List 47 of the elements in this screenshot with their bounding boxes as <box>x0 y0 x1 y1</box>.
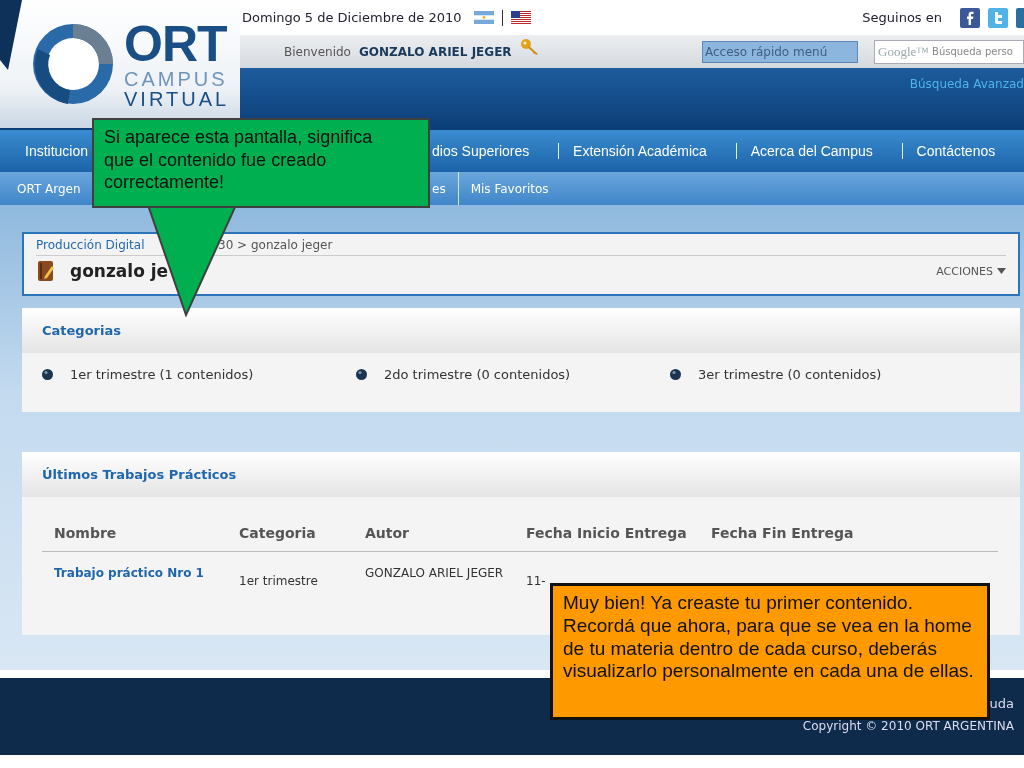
actions-button[interactable]: ACCIONES <box>936 264 1006 278</box>
user-name: GONZALO ARIEL JEGER <box>358 44 512 59</box>
advanced-search-link[interactable]: Búsqueda Avanzad <box>909 77 1024 91</box>
column-header: Categoria <box>227 515 353 552</box>
category-link[interactable]: 2do trimestre (0 contenidos) <box>356 367 670 382</box>
bullet-icon <box>356 369 367 380</box>
subnav-item[interactable]: Mis Favoritos <box>458 172 561 205</box>
copyright-text: Copyright © 2010 ORT ARGENTINA <box>802 719 1014 733</box>
panel-title: Categorias <box>42 323 121 338</box>
bullet-icon <box>42 369 53 380</box>
callout: Muy bien! Ya creaste tu primer contenido. Recordá que ahora, para que se vea en la home de tu materia dentro de cada curso, deberás visualizarlo personalmente en cada una de ellas. <box>550 583 990 720</box>
welcome-text: Bienvenido <box>284 44 351 59</box>
table-cell-text: GONZALO ARIEL JEGER <box>364 565 505 582</box>
footer-link[interactable]: uda <box>989 696 1014 711</box>
page-title: gonzalo je <box>70 261 169 281</box>
notebook-icon <box>36 260 56 282</box>
category-link[interactable]: 3er trimestre (0 contenidos) <box>670 367 1020 382</box>
nav-item[interactable]: dios Superiores <box>432 143 544 159</box>
logo-text: VIRTUAL <box>124 89 230 109</box>
nav-item[interactable]: Acerca del Campus <box>735 143 887 159</box>
category-link[interactable]: 1er trimestre (1 contenidos) <box>42 367 356 382</box>
caret-icon <box>997 268 1006 274</box>
search-brand-text: Google™ <box>878 43 929 60</box>
quick-access-field[interactable]: Acceso rápido menú <box>702 40 858 63</box>
logo-text: ORT <box>124 19 228 69</box>
date-text: Domingo 5 de Diciembre de 2010 <box>242 10 462 25</box>
subnav-item[interactable]: ORT Argen <box>17 172 93 205</box>
nav-item[interactable]: Extensión Académica <box>558 143 721 159</box>
nav-item[interactable]: Institucion <box>25 143 89 159</box>
nav-item[interactable]: Contáctenos <box>901 143 1010 159</box>
assignment-link[interactable]: Trabajo práctico Nro 1 <box>42 552 227 590</box>
corner-shape <box>0 0 22 70</box>
column-header: Fecha Inicio Entrega <box>514 515 699 552</box>
breadcrumb-text: 30 > gonzalo jeger <box>218 238 334 252</box>
bullet-icon <box>670 369 681 380</box>
follow-text: Seguinos en <box>862 10 942 25</box>
search-field[interactable]: Google™ Búsqueda perso <box>874 39 1024 64</box>
column-header: Nombre <box>42 515 227 552</box>
logo-text: CAMPUS <box>124 69 229 89</box>
social-icon[interactable] <box>1016 7 1024 28</box>
panel-title: Últimos Trabajos Prácticos <box>42 467 237 482</box>
table-cell-text: 11- <box>525 573 547 590</box>
facebook-icon[interactable] <box>960 7 980 28</box>
flag-icon[interactable] <box>510 11 531 24</box>
column-header: Autor <box>353 515 514 552</box>
table-cell-text: 1er trimestre <box>238 573 319 590</box>
column-header: Fecha Fin Entrega <box>699 515 998 552</box>
